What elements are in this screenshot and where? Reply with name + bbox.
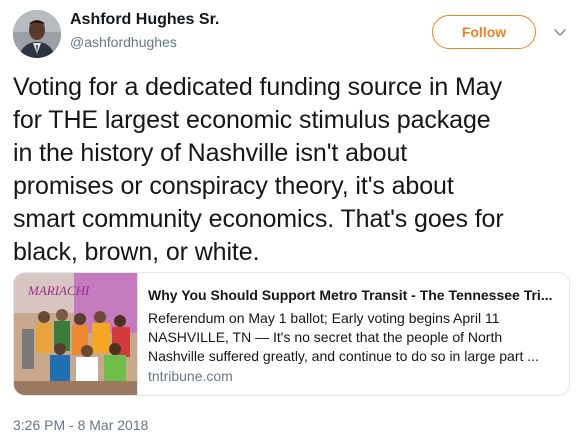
link-card[interactable]: MARIACHI Why You Should Support Metro Tr…	[13, 272, 570, 396]
tweet-text: Voting for a dedicated funding source in…	[13, 73, 504, 266]
card-domain: tntribune.com	[148, 368, 233, 384]
card-image: MARIACHI	[14, 273, 138, 395]
author-handle[interactable]: @ashfordhughes	[70, 34, 177, 50]
card-image-text: MARIACHI	[27, 283, 90, 298]
card-description: Referendum on May 1 ballot; Early voting…	[148, 309, 563, 366]
tweet-timestamp[interactable]: 3:26 PM - 8 Mar 2018	[13, 417, 148, 433]
card-description-line: Referendum on May 1 ballot; Early voting…	[148, 310, 500, 326]
card-description-line: Nashville suffered greatly, and continue…	[148, 348, 539, 364]
card-description-line: NASHVILLE, TN — It's no secret that the …	[148, 329, 503, 345]
card-title[interactable]: Why You Should Support Metro Transit - T…	[148, 287, 563, 303]
tweet: Ashford Hughes Sr. @ashfordhughes Follow…	[0, 0, 588, 441]
chevron-down-icon[interactable]	[552, 24, 568, 40]
avatar-photo	[13, 10, 61, 58]
author-name[interactable]: Ashford Hughes Sr.	[70, 11, 219, 29]
avatar[interactable]	[13, 10, 61, 58]
follow-button[interactable]: Follow	[432, 15, 536, 49]
